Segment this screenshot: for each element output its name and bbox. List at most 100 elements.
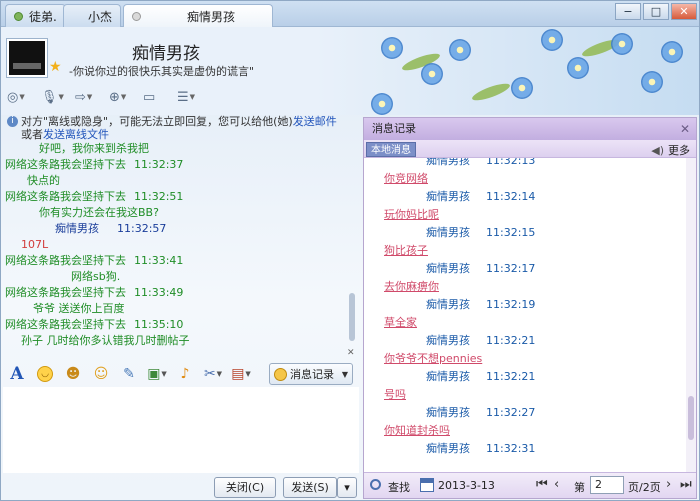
page-number-input[interactable]: 2 <box>590 476 624 494</box>
magic-emoji-icon: ☻ <box>65 366 81 382</box>
sender-name[interactable]: 痴情男孩 <box>426 442 470 455</box>
magic-emoji-button[interactable]: ☻ <box>63 364 83 384</box>
search-icon[interactable] <box>370 479 381 490</box>
chevron-down-icon: ▼ <box>245 370 251 378</box>
close-icon[interactable]: ✕ <box>680 118 690 140</box>
message-history-panel: 消息记录 ✕ 本地消息 ◀) 更多 痴情男孩 11:32:13 你竞网络 痴情男孩 1… <box>363 117 697 499</box>
font-button[interactable]: A <box>7 364 27 384</box>
camera-icon: ◎ <box>7 89 19 105</box>
doodle-button[interactable]: ✎ <box>119 364 139 384</box>
sender-name[interactable]: 痴情男孩 <box>426 298 470 311</box>
send-options-button[interactable]: ▾ <box>337 477 357 498</box>
briefcase-icon: ▤ <box>231 366 245 382</box>
message-time: 11:32:14 <box>486 190 536 203</box>
close-window-button[interactable]: ✕ <box>671 3 697 20</box>
message-input[interactable] <box>3 387 359 473</box>
history-message-header: 痴情男孩 11:32:15 <box>384 224 686 242</box>
gift-button[interactable]: ▤ ▼ <box>231 364 251 384</box>
sender-name[interactable]: 网络这条路我会坚持下去 <box>5 318 126 331</box>
screenshot-icon: ✂ <box>203 366 216 382</box>
tab-contact-active[interactable]: 痴情男孩 <box>123 4 273 28</box>
create-group-button[interactable]: ⊕ ▼ <box>109 89 137 105</box>
first-page-button[interactable]: ⏮ <box>536 477 548 492</box>
chevron-down-icon: ▼ <box>189 93 196 101</box>
chat-message-area: 好吧，我你来到杀我把 网络这条路我会坚持下去 11:32:37 快点的 网络这条路… <box>5 141 347 353</box>
scrollbar-thumb[interactable] <box>349 293 355 341</box>
history-message-header: 痴情男孩 11:32:19 <box>384 296 686 314</box>
voice-call-button[interactable]: 🎙 ▼ <box>41 89 69 105</box>
history-text: 你爷爷不想pennies <box>384 352 483 365</box>
message-text: 爷爷 送送你上百度 <box>33 302 125 315</box>
sender-name[interactable]: 痴情男孩 <box>426 226 470 239</box>
more-button[interactable]: ◀) 更多 <box>651 142 690 158</box>
microphone-icon: 🎙 <box>41 89 58 105</box>
sender-name[interactable]: 网络这条路我会坚持下去 <box>5 254 126 267</box>
tab-local-messages[interactable]: 本地消息 <box>366 142 416 157</box>
chevron-down-icon: ▼ <box>216 370 223 378</box>
chevron-down-icon: ▼ <box>19 93 25 101</box>
apps-button[interactable]: ☰ ▼ <box>177 89 205 105</box>
history-scrollbar[interactable] <box>686 158 696 472</box>
history-message-header: 痴情男孩 11:32:13 <box>384 158 686 170</box>
history-date[interactable]: 2013-3-13 <box>438 479 495 492</box>
video-call-button[interactable]: ◎ ▼ <box>7 89 35 105</box>
maximize-button[interactable]: □ <box>643 3 669 20</box>
tab-contact-1[interactable]: 徒弟. <box>5 4 66 27</box>
image-button[interactable]: ▣ ▼ <box>147 364 167 384</box>
page-total: 页/2页 <box>628 481 661 494</box>
minimize-button[interactable]: − <box>615 3 641 20</box>
message-time: 11:32:21 <box>486 334 536 347</box>
send-button[interactable]: 发送(S) <box>283 477 337 498</box>
avatar[interactable] <box>7 39 47 77</box>
sender-name[interactable]: 痴情男孩 <box>426 334 470 347</box>
send-offline-file-link[interactable]: 发送离线文件 <box>43 128 109 141</box>
screenshot-button[interactable]: ✂ ▼ <box>203 364 223 384</box>
message-history-button[interactable]: 消息记录 ▼ <box>269 363 353 385</box>
tab-contact-2[interactable]: 小杰 <box>63 4 122 27</box>
message-time: 11:32:31 <box>486 442 536 455</box>
shake-button[interactable]: ☺ <box>91 364 111 384</box>
scrollbar-thumb[interactable] <box>688 396 694 440</box>
message-text: 孙子 几时给你多认错我几时删帖子 <box>21 334 190 347</box>
add-friend-icon: ⊕ <box>109 89 120 105</box>
message-text: 好吧，我你来到杀我把 <box>39 142 149 155</box>
sender-name[interactable]: 痴情男孩 <box>426 406 470 419</box>
search-button[interactable]: 查找 <box>388 479 410 495</box>
message-time: 11:32:13 <box>486 158 536 167</box>
history-message-text: 你竞网络 <box>384 170 686 188</box>
smiley-icon: ◡ <box>37 366 53 382</box>
sender-name[interactable]: 网络这条路我会坚持下去 <box>5 286 126 299</box>
music-button[interactable]: ♪ <box>175 364 195 384</box>
transfer-file-button[interactable]: ⇨ ▼ <box>75 89 103 105</box>
collapse-icon[interactable]: ✕ <box>347 348 355 358</box>
emoji-button[interactable]: ◡ <box>35 364 55 384</box>
sender-name[interactable]: 痴情男孩 <box>426 370 470 383</box>
music-icon: ♪ <box>180 366 190 382</box>
sender-name[interactable]: 痴情男孩 <box>426 190 470 203</box>
tab-bar: 徒弟. 小杰 痴情男孩 − □ ✕ <box>1 1 699 28</box>
message-text: 快点的 <box>27 174 60 187</box>
sender-name[interactable]: 痴情男孩 <box>5 222 99 235</box>
chevron-down-icon[interactable]: ▼ <box>342 370 348 379</box>
message-time: 11:32:17 <box>486 262 536 275</box>
message-time: 11:32:37 <box>134 158 184 171</box>
history-message-text: 你爷爷不想pennies <box>384 350 686 368</box>
history-message-text: 玩你妈比呢 <box>384 206 686 224</box>
chevron-down-icon: ▼ <box>120 93 127 101</box>
pen-icon: ✎ <box>123 366 135 382</box>
last-page-button[interactable]: ⏭ <box>680 477 692 492</box>
history-text: 狗比孩子 <box>384 244 428 257</box>
sender-name[interactable]: 痴情男孩 <box>426 158 470 167</box>
close-button[interactable]: 关闭(C) <box>214 477 276 498</box>
sender-name[interactable]: 痴情男孩 <box>426 262 470 275</box>
sender-name[interactable]: 网络这条路我会坚持下去 <box>5 158 126 171</box>
remote-assist-button[interactable]: ▭ <box>143 89 171 105</box>
chat-scrollbar[interactable] <box>347 141 357 353</box>
history-message-text: 去你麻痹你 <box>384 278 686 296</box>
next-page-button[interactable]: › <box>666 477 671 492</box>
message-text: 网络sb狗. <box>71 270 121 283</box>
prev-page-button[interactable]: ‹ <box>554 477 559 492</box>
sender-name[interactable]: 网络这条路我会坚持下去 <box>5 190 126 203</box>
send-email-link[interactable]: 发送邮件 <box>293 115 337 128</box>
calendar-icon[interactable] <box>420 478 434 492</box>
